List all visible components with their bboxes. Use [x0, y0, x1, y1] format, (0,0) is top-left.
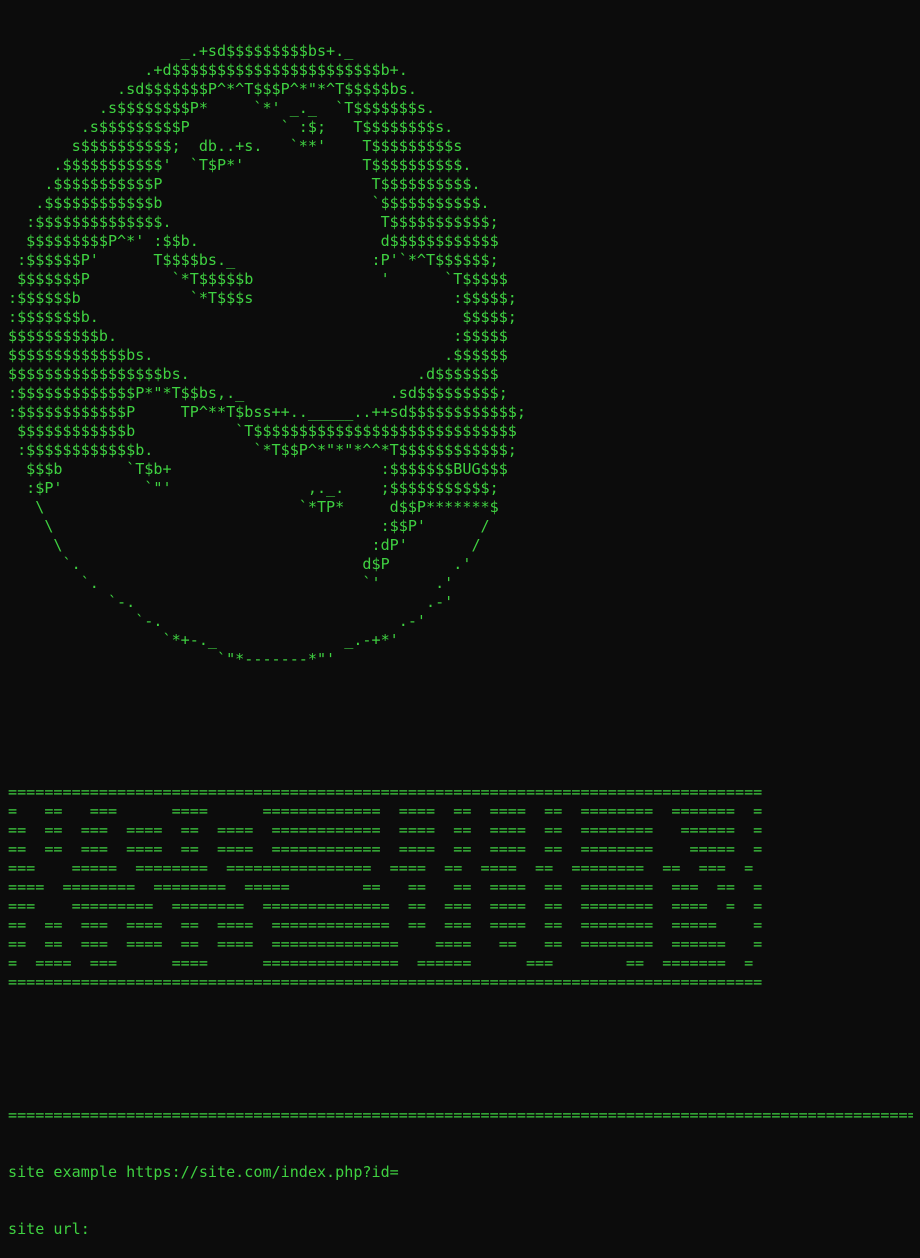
site-url-input[interactable] [99, 1220, 109, 1237]
ascii-banner: ========================================… [8, 783, 763, 991]
prompt-label: site url: [8, 1220, 90, 1238]
terminal-window[interactable]: _.+sd$$$$$$$$$bs+._ .+d$$$$$$$$$$$$$$$$$… [8, 4, 913, 1258]
site-url-prompt: site url: [8, 1220, 913, 1239]
skull-ascii-logo: _.+sd$$$$$$$$$bs+._ .+d$$$$$$$$$$$$$$$$$… [8, 42, 526, 668]
separator-line: ========================================… [8, 1106, 913, 1124]
site-example-text: site example https://site.com/index.php?… [8, 1163, 399, 1181]
